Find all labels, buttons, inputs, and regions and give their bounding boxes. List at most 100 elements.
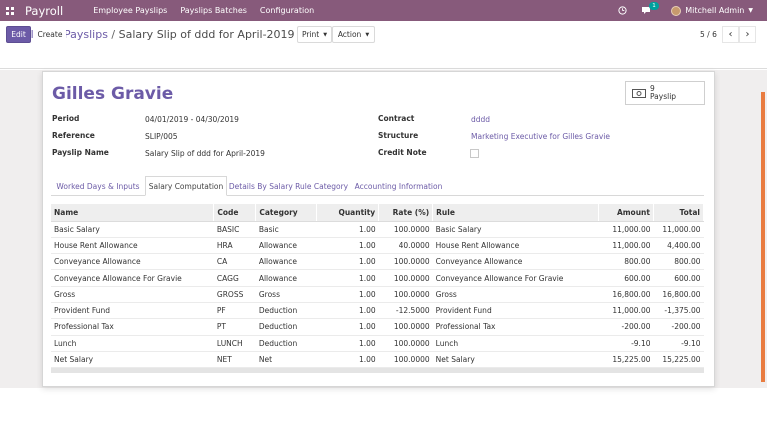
table-row[interactable]: Gross GROSS Gross 1.00 100.0000 Gross 16,800.0… <box>51 286 704 303</box>
caret-down-icon[interactable]: ▼ <box>748 7 753 14</box>
chevron-left-icon[interactable]: ‹ <box>722 26 739 43</box>
payslip-count-label: Payslip <box>650 92 677 101</box>
credit-note-checkbox[interactable] <box>470 149 479 158</box>
column-header[interactable]: Name <box>51 204 215 222</box>
column-header[interactable]: Quantity <box>316 204 380 222</box>
table-cell: 11,000.00 <box>598 237 654 255</box>
table-cell: 1.00 <box>316 302 379 320</box>
column-header[interactable]: Amount <box>598 204 654 222</box>
table-cell: NET <box>213 351 256 369</box>
structure-link[interactable]: Marketing Executive for Gilles Gravie <box>471 132 610 141</box>
table-cell: Lunch <box>432 335 599 352</box>
table-cell: BASIC <box>213 221 256 238</box>
column-header[interactable]: Rule <box>432 204 600 222</box>
chat-icon[interactable]: 1 <box>641 1 659 17</box>
table-cell: House Rent Allowance <box>51 237 214 255</box>
menu-configuration[interactable]: Configuration <box>260 6 314 15</box>
user-name[interactable]: Mitchell Admin <box>685 6 744 15</box>
column-header[interactable]: Category <box>255 204 318 222</box>
table-cell: -200.00 <box>653 318 704 336</box>
payslip-name-label: Payslip Name <box>52 148 109 157</box>
table-cell: Basic Salary <box>51 221 214 238</box>
table-cell: -9.10 <box>653 335 704 352</box>
table-cell: Net Salary <box>51 351 214 369</box>
contract-link[interactable]: dddd <box>471 115 490 124</box>
column-header[interactable]: Rate (%) <box>378 204 434 222</box>
table-cell: 100.0000 <box>378 253 433 271</box>
structure-label: Structure <box>378 131 419 140</box>
tab-salary-computation[interactable]: Salary Computation <box>145 176 227 196</box>
table-cell: Conveyance Allowance <box>432 253 599 271</box>
table-cell: 600.00 <box>653 269 704 287</box>
menu-payslips-batches[interactable]: Payslips Batches <box>180 6 247 15</box>
table-cell: Deduction <box>255 335 317 352</box>
table-row[interactable]: Lunch LUNCH Deduction 1.00 100.0000 Lunch -9.1… <box>51 335 704 352</box>
apps-grid-icon[interactable] <box>1 0 19 21</box>
table-cell: 40.0000 <box>378 237 433 255</box>
chevron-right-icon[interactable]: › <box>739 26 756 43</box>
table-cell: Provident Fund <box>51 302 214 320</box>
table-cell: CA <box>213 253 256 271</box>
clock-icon[interactable] <box>616 5 628 17</box>
payslip-smart-button[interactable]: 9 Payslip <box>625 81 705 105</box>
table-cell: Deduction <box>255 318 317 336</box>
table-cell: 1.00 <box>316 318 379 336</box>
table-cell: 100.0000 <box>378 286 433 303</box>
table-cell: 16,800.00 <box>598 286 654 303</box>
credit-note-label: Credit Note <box>378 148 427 157</box>
scrollbar[interactable] <box>761 92 765 382</box>
table-row[interactable]: Net Salary NET Net 1.00 100.0000 Net Salary 15… <box>51 351 704 369</box>
money-icon <box>632 88 646 98</box>
payslip-name-value: Salary Slip of ddd for April-2019 <box>145 149 265 158</box>
column-header[interactable]: Code <box>213 204 257 222</box>
table-cell: 100.0000 <box>378 221 433 238</box>
tab-worked-days[interactable]: Worked Days & Inputs <box>51 176 145 196</box>
edit-button[interactable]: Edit <box>6 26 31 43</box>
app-brand[interactable]: Payroll <box>25 4 63 18</box>
table-row[interactable]: Conveyance Allowance For Gravie CAGG Allow… <box>51 269 704 287</box>
pager-counter[interactable]: 5 / 6 <box>700 30 717 39</box>
chat-count-badge: 1 <box>649 1 659 10</box>
table-cell: LUNCH <box>213 335 256 352</box>
table-cell: 100.0000 <box>378 318 433 336</box>
table-cell: 16,800.00 <box>653 286 704 303</box>
table-cell: Basic <box>255 221 317 238</box>
table-row[interactable]: Professional Tax PT Deduction 1.00 100.0000 P… <box>51 318 704 336</box>
notebook-tabs: Worked Days & Inputs Salary Computation … <box>51 176 704 196</box>
table-cell: Professional Tax <box>51 318 214 336</box>
table-cell: 100.0000 <box>378 351 433 369</box>
table-cell: 11,000.00 <box>598 221 654 238</box>
table-cell: 1.00 <box>316 269 379 287</box>
caret-down-icon: ▼ <box>365 31 370 38</box>
menu-employee-payslips[interactable]: Employee Payslips <box>93 6 167 15</box>
table-cell: 800.00 <box>598 253 654 271</box>
table-cell: Conveyance Allowance <box>51 253 214 271</box>
tab-details-by-category[interactable]: Details By Salary Rule Category <box>227 176 350 196</box>
table-cell: 1.00 <box>316 221 379 238</box>
table-cell: Basic Salary <box>432 221 599 238</box>
table-cell: 1.00 <box>316 351 379 369</box>
avatar[interactable] <box>671 5 682 16</box>
table-cell: 600.00 <box>598 269 654 287</box>
table-cell: House Rent Allowance <box>432 237 599 255</box>
action-label: Action <box>337 30 362 39</box>
table-row[interactable]: Basic Salary BASIC Basic 1.00 100.0000 Basic … <box>51 221 704 238</box>
table-row[interactable]: Provident Fund PF Deduction 1.00 -12.5000 Pro… <box>51 302 704 320</box>
column-header[interactable]: Total <box>653 204 705 222</box>
create-button[interactable]: Create <box>34 26 66 43</box>
table-cell: Allowance <box>255 253 317 271</box>
action-dropdown-button[interactable]: Action ▼ <box>332 26 375 43</box>
table-cell: Net <box>255 351 317 369</box>
table-row[interactable]: House Rent Allowance HRA Allowance 1.00 40.0… <box>51 237 704 255</box>
table-cell: -12.5000 <box>378 302 433 320</box>
table-row[interactable]: Conveyance Allowance CA Allowance 1.00 100.0… <box>51 253 704 271</box>
table-cell: 1.00 <box>316 237 379 255</box>
control-panel: Employee Payslips / Salary Slip of ddd f… <box>0 21 767 69</box>
print-dropdown-button[interactable]: Print ▼ <box>297 26 332 43</box>
table-cell: Lunch <box>51 335 214 352</box>
table-cell: Allowance <box>255 237 317 255</box>
period-value: 04/01/2019 - 04/30/2019 <box>145 115 239 124</box>
table-cell: PT <box>213 318 256 336</box>
tab-accounting-information[interactable]: Accounting Information <box>350 176 447 196</box>
table-cell: 4,400.00 <box>653 237 704 255</box>
